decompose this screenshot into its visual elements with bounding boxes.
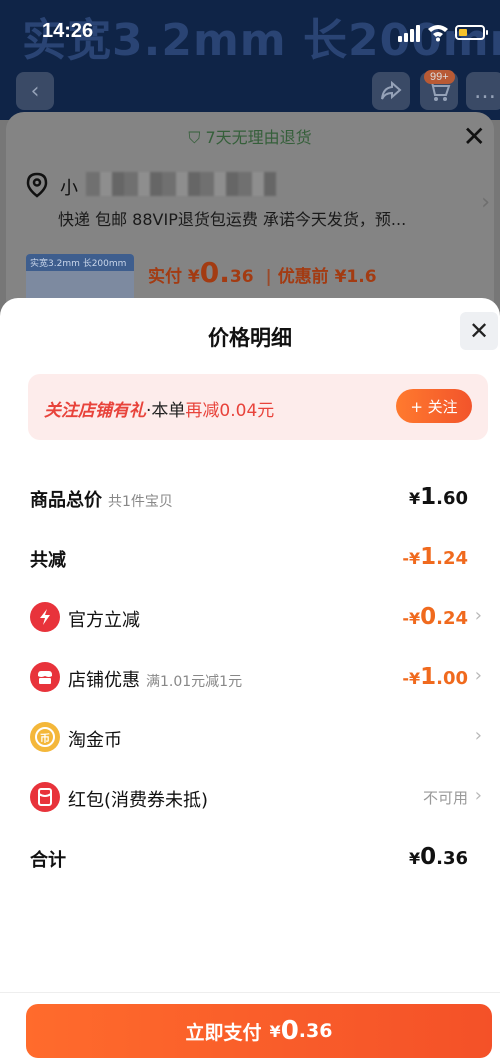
follow-store-button[interactable]: + 关注 bbox=[396, 389, 472, 423]
wifi-icon bbox=[428, 25, 448, 42]
return-policy: ⛉ 7天无理由退货 bbox=[188, 128, 312, 147]
chevron-right-icon: › bbox=[474, 725, 482, 746]
close-button[interactable]: ✕ bbox=[460, 312, 498, 350]
row-value: ¥0.36 bbox=[408, 844, 468, 870]
status-time: 14:26 bbox=[42, 20, 94, 42]
more-button[interactable]: … bbox=[466, 72, 500, 110]
row-value: ¥1.60 bbox=[408, 484, 468, 510]
sheet-title: 价格明细 bbox=[208, 326, 292, 350]
row-sub: 满1.01元减1元 bbox=[146, 674, 243, 690]
price-detail-sheet: 价格明细 ✕ 关注店铺有礼·本单再减0.04元 + 关注 商品总价 共1件宝贝 ¥… bbox=[0, 298, 500, 1060]
shield-icon: ⛉ bbox=[188, 128, 201, 147]
row-store-discount[interactable]: 店铺优惠 满1.01元减1元 -¥1.00 › bbox=[0, 648, 500, 708]
chevron-right-icon: › bbox=[474, 785, 482, 806]
row-value: -¥0.24 bbox=[402, 604, 468, 630]
share-icon bbox=[381, 81, 402, 100]
row-value: -¥1.24 bbox=[402, 544, 468, 570]
share-button[interactable] bbox=[372, 72, 410, 110]
row-label: 官方立减 bbox=[68, 610, 140, 631]
row-value: -¥1.00 bbox=[402, 664, 468, 690]
row-status: 不可用 bbox=[422, 789, 468, 807]
chevron-right-icon: › bbox=[474, 665, 482, 686]
row-total-discount: 共减 -¥1.24 bbox=[0, 528, 500, 588]
address-name: 小 bbox=[60, 178, 78, 199]
row-label: 店铺优惠 bbox=[68, 670, 140, 691]
row-official-discount[interactable]: 官方立减 -¥0.24 › bbox=[0, 588, 500, 648]
signal-icon bbox=[398, 24, 422, 42]
product-header: 实宽3.2mm 长200mm 14:26 ‹ 99+ … bbox=[0, 0, 500, 120]
battery-icon bbox=[455, 25, 488, 40]
row-grand-total: 合计 ¥0.36 bbox=[0, 828, 500, 888]
follow-store-promo: 关注店铺有礼·本单再减0.04元 + 关注 bbox=[28, 374, 488, 440]
cart-badge: 99+ bbox=[424, 70, 455, 84]
back-button[interactable]: ‹ bbox=[16, 72, 54, 110]
promo-text: ·本单 bbox=[146, 401, 186, 421]
order-price: 实付 ¥0.36 | 优惠前 ¥1.6 bbox=[148, 256, 377, 289]
row-sub: 共1件宝贝 bbox=[108, 494, 173, 510]
row-red-packet[interactable]: 红包(消费券未抵) 不可用 › bbox=[0, 768, 500, 828]
status-bar: 14:26 bbox=[0, 0, 500, 62]
shop-icon bbox=[30, 662, 60, 692]
coin-icon: 币 bbox=[30, 722, 60, 752]
promo-reduce: 再减 bbox=[185, 401, 220, 421]
pay-now-button[interactable]: 立即支付 ¥0.36 bbox=[26, 1004, 492, 1058]
divider bbox=[0, 992, 500, 993]
row-label: 共减 bbox=[30, 550, 66, 571]
order-close-button[interactable]: ✕ bbox=[463, 120, 486, 153]
delivery-info: 快递 包邮 88VIP退货包运费 承诺今天发货，预... bbox=[58, 210, 407, 229]
chevron-right-icon[interactable]: › bbox=[481, 190, 490, 215]
promo-amount: 0.04元 bbox=[219, 401, 275, 421]
row-taojinbi[interactable]: 币 淘金币 › bbox=[0, 708, 500, 768]
red-packet-icon bbox=[30, 782, 60, 812]
location-icon bbox=[26, 172, 48, 198]
address-redacted bbox=[86, 172, 276, 196]
row-goods-total: 商品总价 共1件宝贝 ¥1.60 bbox=[0, 468, 500, 528]
chevron-right-icon: › bbox=[474, 605, 482, 626]
promo-highlight: 关注店铺有礼 bbox=[44, 401, 146, 421]
row-label: 淘金币 bbox=[68, 730, 122, 751]
row-label: 商品总价 bbox=[30, 490, 102, 511]
close-icon: ✕ bbox=[468, 317, 490, 345]
row-label: 红包(消费券未抵) bbox=[68, 790, 209, 811]
lightning-icon bbox=[30, 602, 60, 632]
row-label: 合计 bbox=[30, 850, 66, 871]
